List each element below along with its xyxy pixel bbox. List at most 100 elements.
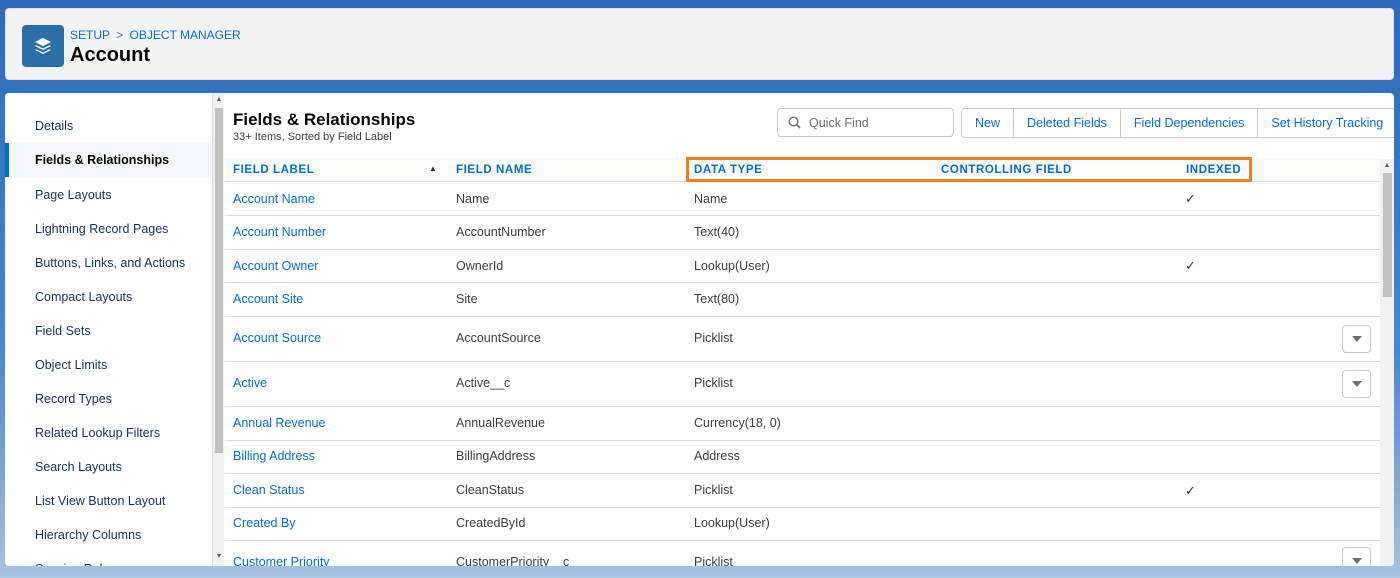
sidebar-item-record-types[interactable]: Record Types [5, 382, 211, 416]
table-row: Clean Status CleanStatus Picklist ✓ [225, 474, 1380, 508]
indexed-check-icon: ✓ [1185, 483, 1196, 498]
table-header: FIELD LABEL ▲ FIELD NAME DATA TYPE CONTR… [225, 159, 1380, 182]
field-name: AccountSource [456, 331, 541, 345]
sort-ascending-icon[interactable]: ▲ [429, 164, 437, 173]
field-name: OwnerId [456, 259, 504, 273]
quick-find-input[interactable] [809, 115, 949, 130]
field-name: CreatedById [456, 516, 526, 530]
field-name: Name [456, 192, 490, 206]
sidebar-scroll-thumb[interactable] [215, 108, 223, 453]
scroll-up-arrow-icon[interactable]: ▲ [1383, 162, 1391, 170]
table-row: Account Number AccountNumber Text(40) [225, 216, 1380, 250]
chevron-down-icon [1351, 558, 1362, 564]
sidebar-item-buttons-links-actions[interactable]: Buttons, Links, and Actions [5, 246, 211, 280]
data-type: Picklist [694, 555, 733, 566]
breadcrumb-setup[interactable]: SETUP [70, 28, 110, 42]
indexed-check-icon: ✓ [1185, 191, 1196, 206]
sidebar-item-list-view-button-layout[interactable]: List View Button Layout [5, 484, 211, 518]
data-type: Text(80) [694, 292, 740, 306]
scroll-up-arrow-icon[interactable]: ▲ [215, 96, 223, 104]
data-type: Picklist [694, 376, 733, 390]
data-type: Name [694, 192, 728, 206]
layers-icon [22, 25, 64, 67]
indexed-check-icon: ✓ [1185, 258, 1196, 273]
section-title: Fields & Relationships [233, 110, 416, 129]
table-row: Customer Priority CustomerPriority__c Pi… [225, 541, 1380, 566]
field-label-link[interactable]: Created By [233, 516, 296, 530]
sidebar-item-compact-layouts[interactable]: Compact Layouts [5, 280, 211, 314]
field-name: AnnualRevenue [456, 416, 545, 430]
row-actions-dropdown[interactable] [1342, 547, 1371, 566]
column-header-controlling-field[interactable]: CONTROLLING FIELD [941, 164, 1072, 176]
table-row: Account Source AccountSource Picklist [225, 317, 1380, 362]
column-header-field-name[interactable]: FIELD NAME [456, 164, 532, 176]
deleted-fields-button[interactable]: Deleted Fields [1014, 109, 1121, 137]
sidebar-item-lightning-record-pages[interactable]: Lightning Record Pages [5, 212, 211, 246]
new-button[interactable]: New [962, 109, 1015, 137]
data-type: Lookup(User) [694, 516, 770, 530]
data-type: Text(40) [694, 225, 740, 239]
breadcrumb: SETUP > OBJECT MANAGER [70, 28, 241, 42]
section-subtitle: 33+ Items, Sorted by Field Label [233, 131, 392, 143]
sidebar-item-hierarchy-columns[interactable]: Hierarchy Columns [5, 518, 211, 552]
row-actions-dropdown[interactable] [1342, 325, 1371, 353]
fields-content: Fields & Relationships 33+ Items, Sorted… [225, 93, 1394, 566]
breadcrumb-separator: > [116, 28, 124, 42]
row-actions-dropdown[interactable] [1342, 370, 1371, 398]
table-row: Annual Revenue AnnualRevenue Currency(18… [225, 407, 1380, 441]
field-label-link[interactable]: Account Source [233, 331, 321, 345]
data-type: Picklist [694, 331, 733, 345]
data-type: Currency(18, 0) [694, 416, 781, 430]
column-header-indexed[interactable]: INDEXED [1186, 164, 1241, 176]
main-panel: Details Fields & Relationships Page Layo… [5, 93, 1394, 566]
field-name: BillingAddress [456, 449, 536, 463]
column-header-data-type[interactable]: DATA TYPE [694, 164, 762, 176]
sidebar-item-fields-relationships[interactable]: Fields & Relationships [5, 143, 211, 177]
sidebar-scrollbar[interactable]: ▲ ▼ [212, 93, 224, 566]
field-label-link[interactable]: Clean Status [233, 483, 305, 497]
chevron-down-icon [1351, 381, 1362, 387]
field-name: Site [456, 292, 478, 306]
table-scroll-thumb[interactable] [1383, 173, 1392, 297]
field-label-link[interactable]: Account Number [233, 225, 326, 239]
table-row: Account Owner OwnerId Lookup(User) ✓ [225, 250, 1380, 283]
field-label-link[interactable]: Annual Revenue [233, 416, 325, 430]
scroll-down-arrow-icon[interactable]: ▼ [215, 553, 223, 561]
sidebar-item-object-limits[interactable]: Object Limits [5, 348, 211, 382]
field-label-link[interactable]: Account Name [233, 192, 315, 206]
search-icon [788, 116, 801, 129]
field-label-link[interactable]: Account Owner [233, 259, 318, 273]
page-title: Account [70, 44, 150, 66]
sidebar-item-search-layouts[interactable]: Search Layouts [5, 450, 211, 484]
field-label-link[interactable]: Customer Priority [233, 555, 330, 566]
sidebar-item-details[interactable]: Details [5, 109, 211, 143]
data-type: Address [694, 449, 740, 463]
field-name: CleanStatus [456, 483, 525, 497]
sidebar-item-field-sets[interactable]: Field Sets [5, 314, 211, 348]
table-row: Created By CreatedById Lookup(User) [225, 508, 1380, 541]
breadcrumb-object-manager[interactable]: OBJECT MANAGER [130, 28, 241, 42]
quick-find-search[interactable] [777, 108, 954, 137]
table-row: Active Active__c Picklist [225, 362, 1380, 407]
chevron-down-icon [1351, 336, 1362, 342]
sidebar: Details Fields & Relationships Page Layo… [5, 93, 213, 566]
field-label-link[interactable]: Billing Address [233, 449, 315, 463]
table-row: Account Name Name Name ✓ [225, 183, 1380, 216]
field-name: Active__c [456, 376, 511, 390]
action-button-group: New Deleted Fields Field Dependencies Se… [961, 108, 1394, 138]
set-history-tracking-button[interactable]: Set History Tracking [1258, 109, 1394, 137]
table-scrollbar[interactable]: ▲ [1380, 159, 1394, 566]
field-label-link[interactable]: Account Site [233, 292, 303, 306]
table-row: Account Site Site Text(80) [225, 283, 1380, 317]
data-type: Lookup(User) [694, 259, 770, 273]
field-name: CustomerPriority__c [456, 555, 570, 566]
column-header-field-label[interactable]: FIELD LABEL [233, 164, 314, 176]
sidebar-item-scoping-rules[interactable]: Scoping Rules [5, 552, 211, 566]
data-type: Picklist [694, 483, 733, 497]
field-dependencies-button[interactable]: Field Dependencies [1120, 109, 1259, 137]
sidebar-item-page-layouts[interactable]: Page Layouts [5, 178, 211, 212]
table-row: Billing Address BillingAddress Address [225, 441, 1380, 474]
sidebar-item-related-lookup-filters[interactable]: Related Lookup Filters [5, 416, 211, 450]
field-name: AccountNumber [456, 225, 546, 239]
field-label-link[interactable]: Active [233, 376, 267, 390]
